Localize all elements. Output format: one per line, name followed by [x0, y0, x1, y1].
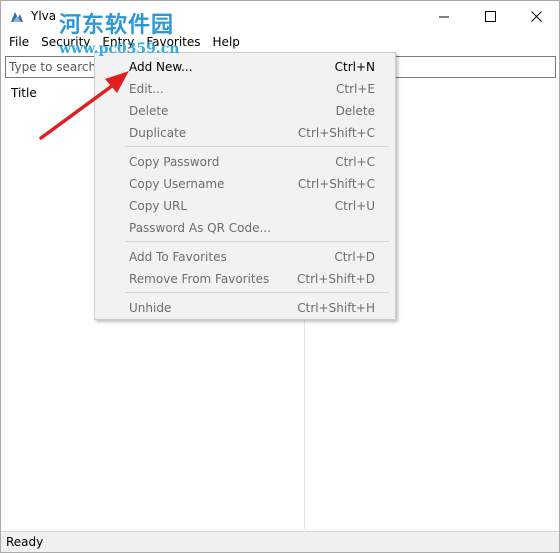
menu-item-copy-username[interactable]: Copy Username Ctrl+Shift+C	[96, 173, 394, 195]
menu-item-label: Duplicate	[129, 126, 187, 140]
menu-security[interactable]: Security	[35, 33, 96, 51]
maximize-button[interactable]	[467, 1, 513, 31]
menu-file[interactable]: File	[3, 33, 35, 51]
close-button[interactable]	[513, 1, 559, 31]
menu-item-shortcut: Ctrl+N	[334, 60, 375, 74]
menu-item-unhide[interactable]: Unhide Ctrl+Shift+H	[96, 297, 394, 319]
menu-item-add-favorites[interactable]: Add To Favorites Ctrl+D	[96, 246, 394, 268]
menu-item-password-qr[interactable]: Password As QR Code...	[96, 217, 394, 239]
menu-item-label: Unhide	[129, 301, 172, 315]
menu-item-label: Add To Favorites	[129, 250, 227, 264]
menu-item-shortcut: Ctrl+Shift+D	[297, 272, 375, 286]
menu-item-label: Add New...	[129, 60, 193, 74]
menu-item-delete[interactable]: Delete Delete	[96, 100, 394, 122]
menu-item-edit[interactable]: Edit... Ctrl+E	[96, 78, 394, 100]
menu-item-label: Copy Password	[129, 155, 220, 169]
menu-bar: File Security Entry Favorites Help	[1, 33, 559, 53]
maximize-icon	[484, 10, 496, 22]
menu-item-add-new[interactable]: Add New... Ctrl+N	[96, 56, 394, 78]
menu-item-remove-favorites[interactable]: Remove From Favorites Ctrl+Shift+D	[96, 268, 394, 290]
column-header-title[interactable]: Title	[11, 86, 37, 100]
minimize-button[interactable]	[421, 1, 467, 31]
menu-item-label: Remove From Favorites	[129, 272, 270, 286]
status-text: Ready	[6, 535, 44, 549]
menu-entry[interactable]: Entry	[96, 33, 140, 51]
menu-item-label: Delete	[129, 104, 169, 118]
menu-item-label: Copy Username	[129, 177, 225, 191]
menu-separator	[125, 292, 389, 293]
app-window: Ylva 河东软件园 File Security Entry Favorites…	[0, 0, 560, 553]
entry-dropdown-menu: Add New... Ctrl+N Edit... Ctrl+E Delete …	[94, 52, 396, 320]
window-title: Ylva	[31, 9, 57, 23]
menu-item-shortcut: Ctrl+C	[335, 155, 375, 169]
menu-item-shortcut: Delete	[335, 104, 375, 118]
status-bar: Ready	[1, 531, 559, 552]
menu-item-label: Password As QR Code...	[129, 221, 271, 235]
menu-item-copy-url[interactable]: Copy URL Ctrl+U	[96, 195, 394, 217]
minimize-icon	[438, 16, 449, 17]
menu-item-label: Copy URL	[129, 199, 188, 213]
menu-item-duplicate[interactable]: Duplicate Ctrl+Shift+C	[96, 122, 394, 144]
menu-item-shortcut: Ctrl+E	[336, 82, 375, 96]
menu-separator	[125, 146, 389, 147]
menu-item-label: Edit...	[129, 82, 164, 96]
menu-item-shortcut: Ctrl+U	[334, 199, 375, 213]
menu-item-shortcut: Ctrl+D	[334, 250, 375, 264]
menu-item-shortcut: Ctrl+Shift+C	[297, 126, 375, 140]
menu-help[interactable]: Help	[207, 33, 246, 51]
close-icon	[530, 10, 542, 22]
menu-item-copy-password[interactable]: Copy Password Ctrl+C	[96, 151, 394, 173]
menu-item-shortcut: Ctrl+Shift+H	[297, 301, 375, 315]
app-logo-icon	[9, 9, 25, 25]
menu-separator	[125, 241, 389, 242]
menu-favorites[interactable]: Favorites	[140, 33, 206, 51]
menu-item-shortcut: Ctrl+Shift+C	[297, 177, 375, 191]
title-bar[interactable]: Ylva 河东软件园	[1, 1, 559, 38]
